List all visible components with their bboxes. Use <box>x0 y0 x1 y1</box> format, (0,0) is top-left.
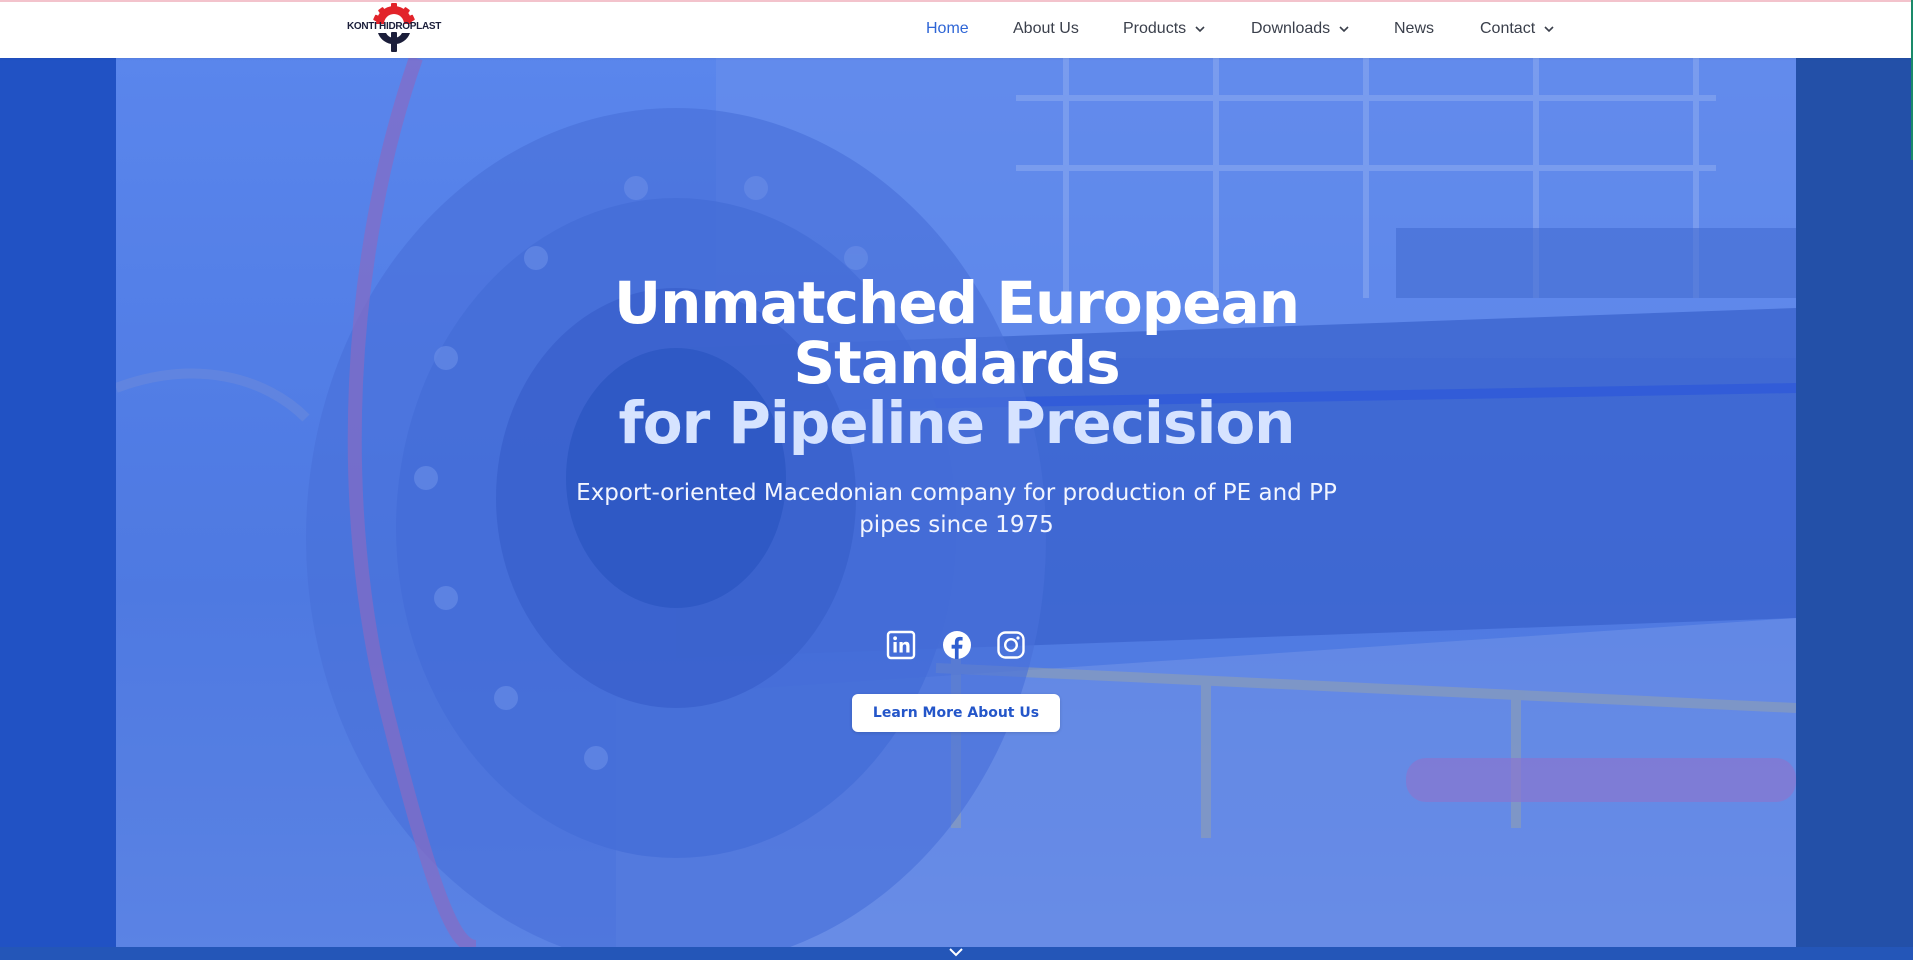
nav-home[interactable]: Home <box>926 20 969 38</box>
nav-news-label: News <box>1394 20 1435 37</box>
nav-products-label: Products <box>1123 20 1187 37</box>
hero-title-line2: for Pipeline Precision <box>618 389 1296 457</box>
hero-content: Unmatched European Standards for Pipelin… <box>0 58 1913 957</box>
nav-downloads[interactable]: Downloads <box>1251 20 1350 38</box>
scroll-down-chevron-icon[interactable] <box>946 944 966 960</box>
social-links <box>886 630 1028 664</box>
chevron-down-icon <box>1544 26 1554 33</box>
chevron-down-icon <box>1339 26 1349 33</box>
learn-more-button[interactable]: Learn More About Us <box>852 694 1060 732</box>
nav-contact-label: Contact <box>1480 20 1536 37</box>
site-logo[interactable]: KONTI HIDROPLAST <box>346 2 442 54</box>
top-accent-line <box>0 0 1913 2</box>
nav-products[interactable]: Products <box>1123 20 1206 38</box>
nav-home-label: Home <box>926 20 969 37</box>
hero-title-line1: Unmatched European Standards <box>613 269 1300 397</box>
nav-news[interactable]: News <box>1394 20 1434 38</box>
logo-wordmark: KONTI HIDROPLAST <box>346 21 442 32</box>
hero-subtitle: Export-oriented Macedonian company for p… <box>576 480 1337 538</box>
hero-section: Unmatched European Standards for Pipelin… <box>0 58 1913 957</box>
linkedin-icon[interactable] <box>886 630 916 660</box>
nav-downloads-label: Downloads <box>1251 20 1331 37</box>
instagram-icon[interactable] <box>996 630 1026 660</box>
chevron-down-icon <box>1195 26 1205 33</box>
top-navigation-bar: KONTI HIDROPLAST Home About Us Products … <box>0 0 1913 58</box>
nav-about-label: About Us <box>1013 20 1079 37</box>
facebook-icon[interactable] <box>942 630 972 660</box>
nav-about-us[interactable]: About Us <box>1013 20 1079 38</box>
hero-title: Unmatched European Standards for Pipelin… <box>540 273 1373 453</box>
nav-contact[interactable]: Contact <box>1480 20 1555 38</box>
